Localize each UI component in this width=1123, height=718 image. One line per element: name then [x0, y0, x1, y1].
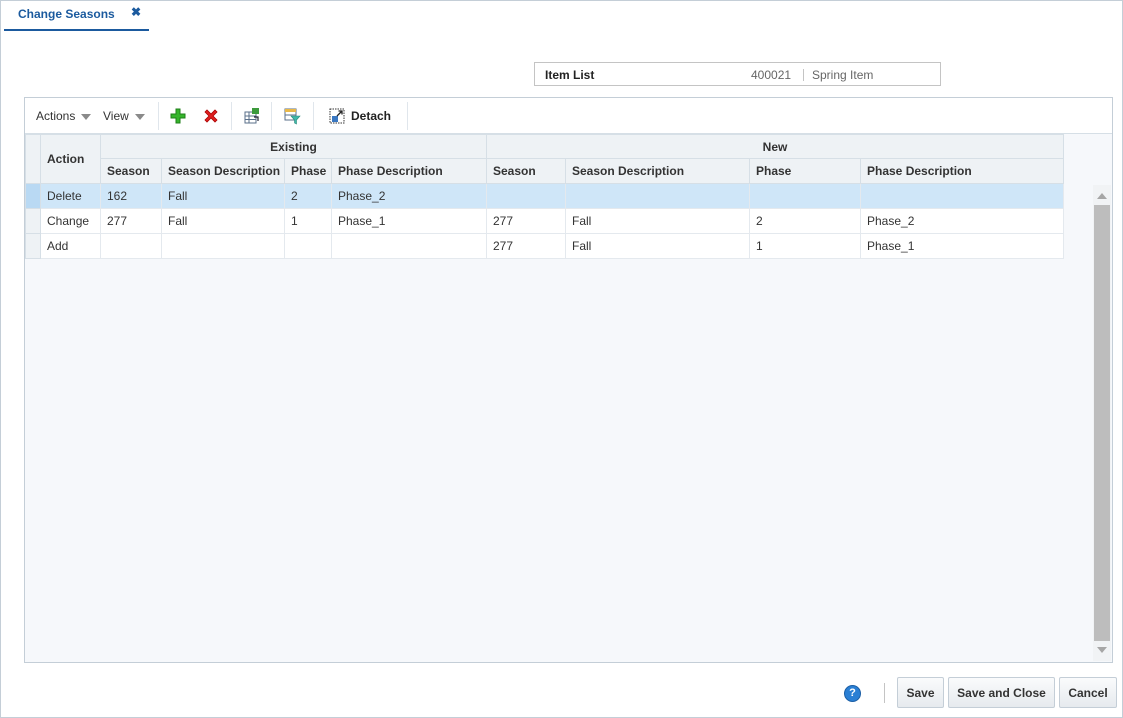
item-description: Spring Item	[812, 68, 874, 82]
cell-new-phase: 2	[749, 208, 861, 234]
footer-bar: ? Save Save and Close Cancel	[1, 677, 1122, 709]
cell-new-phase: 1	[749, 233, 861, 259]
help-icon[interactable]: ?	[844, 685, 861, 702]
detach-icon	[329, 108, 345, 124]
plus-icon	[170, 108, 186, 124]
table-row[interactable]: Add 277 Fall 1 Phase_1	[25, 233, 1064, 259]
column-header-action[interactable]: Action	[40, 134, 101, 184]
column-header-new-season-description[interactable]: Season Description	[565, 158, 750, 184]
cell-existing-phase: 1	[284, 208, 332, 234]
cell-existing-season-description	[161, 233, 285, 259]
group-header-existing: Existing	[100, 134, 487, 159]
cell-new-season-description: Fall	[565, 233, 750, 259]
seasons-panel: Actions View Detach Action Existing New …	[24, 97, 1113, 663]
cell-existing-season: 162	[100, 183, 162, 209]
toolbar-divider	[407, 102, 408, 130]
row-selector[interactable]	[25, 208, 41, 234]
column-header-new-phase-description[interactable]: Phase Description	[860, 158, 1064, 184]
tab-change-seasons[interactable]: Change Seasons ✖	[4, 1, 149, 31]
tab-label: Change Seasons	[18, 7, 115, 21]
save-button[interactable]: Save	[897, 677, 944, 708]
row-selector[interactable]	[25, 183, 41, 209]
cell-new-season: 277	[486, 233, 566, 259]
cell-existing-season-description: Fall	[161, 183, 285, 209]
cell-new-phase	[749, 183, 861, 209]
group-header-new: New	[486, 134, 1064, 159]
cell-new-season: 277	[486, 208, 566, 234]
column-header-new-phase[interactable]: Phase	[749, 158, 861, 184]
scroll-up-arrow-icon[interactable]	[1097, 193, 1107, 199]
scroll-down-arrow-icon[interactable]	[1097, 647, 1107, 653]
cell-existing-season: 277	[100, 208, 162, 234]
vertical-scrollbar[interactable]	[1093, 185, 1111, 661]
cell-existing-phase: 2	[284, 183, 332, 209]
cell-new-phase-description: Phase_2	[860, 208, 1064, 234]
toolbar-divider	[231, 102, 232, 130]
cell-existing-phase-description	[331, 233, 487, 259]
footer-divider	[884, 683, 885, 703]
item-number: 400021	[751, 68, 792, 82]
actions-menu[interactable]: Actions	[36, 98, 92, 134]
view-menu-label: View	[103, 109, 129, 123]
export-to-excel-button[interactable]	[243, 98, 261, 134]
detach-button[interactable]: Detach	[329, 98, 391, 134]
tab-bar: Change Seasons ✖	[1, 1, 1122, 33]
delete-button[interactable]	[203, 98, 219, 134]
close-icon[interactable]: ✖	[131, 5, 141, 19]
toolbar-divider	[158, 102, 159, 130]
table-row[interactable]: Delete 162 Fall 2 Phase_2	[25, 183, 1064, 209]
column-header-new-season[interactable]: Season	[486, 158, 566, 184]
cell-action: Add	[40, 233, 101, 259]
cell-new-season	[486, 183, 566, 209]
cell-existing-phase-description: Phase_1	[331, 208, 487, 234]
column-header-existing-phase-description[interactable]: Phase Description	[331, 158, 487, 184]
cell-existing-season	[100, 233, 162, 259]
toolbar-divider	[313, 102, 314, 130]
chevron-down-icon	[81, 114, 92, 120]
view-menu[interactable]: View	[103, 98, 145, 134]
item-list-label: Item List	[545, 68, 595, 82]
delete-x-icon	[204, 109, 218, 123]
item-list-box: Item List 400021 Spring Item	[534, 62, 941, 86]
seasons-table: Action Existing New Season Season Descri…	[25, 134, 1064, 259]
query-by-example-icon	[284, 108, 301, 125]
actions-menu-label: Actions	[36, 109, 76, 123]
toolbar-divider	[271, 102, 272, 130]
cell-existing-phase-description: Phase_2	[331, 183, 487, 209]
column-header-existing-season[interactable]: Season	[100, 158, 162, 184]
cell-action: Delete	[40, 183, 101, 209]
cell-action: Change	[40, 208, 101, 234]
table-toolbar: Actions View Detach	[25, 98, 1112, 134]
table-row[interactable]: Change 277 Fall 1 Phase_1 277 Fall 2 Pha…	[25, 208, 1064, 234]
cell-new-phase-description	[860, 183, 1064, 209]
add-button[interactable]	[170, 98, 186, 134]
cell-new-season-description	[565, 183, 750, 209]
column-header-existing-season-description[interactable]: Season Description	[161, 158, 285, 184]
cell-new-season-description: Fall	[565, 208, 750, 234]
cell-new-phase-description: Phase_1	[860, 233, 1064, 259]
scrollbar-thumb[interactable]	[1094, 205, 1110, 641]
divider	[803, 69, 804, 81]
chevron-down-icon	[134, 114, 145, 120]
cancel-button[interactable]: Cancel	[1059, 677, 1117, 708]
cell-existing-phase	[284, 233, 332, 259]
row-selector[interactable]	[25, 233, 41, 259]
save-and-close-button[interactable]: Save and Close	[948, 677, 1055, 708]
query-by-example-button[interactable]	[283, 98, 301, 134]
column-header-existing-phase[interactable]: Phase	[284, 158, 332, 184]
detach-label: Detach	[351, 109, 392, 123]
cell-existing-season-description: Fall	[161, 208, 285, 234]
export-excel-icon	[244, 108, 259, 124]
row-header-corner	[25, 134, 41, 184]
